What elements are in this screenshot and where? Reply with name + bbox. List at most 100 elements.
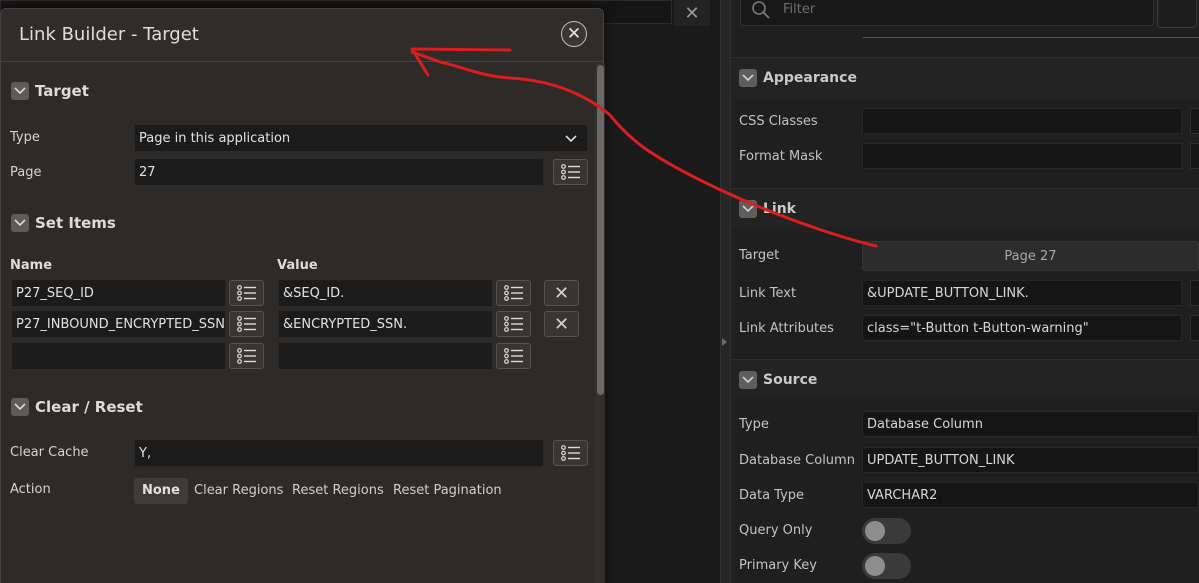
css-classes-label: CSS Classes xyxy=(739,114,818,129)
source-type-label: Type xyxy=(739,417,769,432)
item-value-field[interactable] xyxy=(278,342,493,370)
css-classes-field[interactable] xyxy=(862,108,1182,134)
section-title: Appearance xyxy=(763,69,857,86)
list-icon xyxy=(236,316,256,332)
data-type-label: Data Type xyxy=(739,488,805,503)
close-icon: ✕ xyxy=(553,282,570,304)
section-title: Clear / Reset xyxy=(35,398,143,416)
item-name-lov-button[interactable] xyxy=(229,311,264,337)
action-option-clear-regions[interactable]: Clear Regions xyxy=(186,478,291,504)
query-only-label: Query Only xyxy=(739,523,813,538)
collapse-arrow-icon[interactable] xyxy=(722,338,727,346)
close-icon: ✕ xyxy=(566,23,582,44)
item-name-lov-button[interactable] xyxy=(229,343,264,369)
chevron-down-icon xyxy=(739,68,757,87)
page-label: Page xyxy=(10,165,42,180)
chevron-down-icon xyxy=(11,214,29,232)
format-mask-label: Format Mask xyxy=(739,149,823,164)
section-title: Link xyxy=(763,200,796,217)
list-icon xyxy=(560,164,580,180)
close-icon: ✕ xyxy=(684,2,700,24)
section-link[interactable]: Link xyxy=(731,188,1199,228)
section-source[interactable]: Source xyxy=(731,359,1199,399)
action-option-reset-pagination[interactable]: Reset Pagination xyxy=(385,478,510,504)
item-value-lov-button[interactable] xyxy=(496,280,531,306)
format-mask-field[interactable] xyxy=(862,143,1182,169)
dialog-title: Link Builder - Target xyxy=(19,24,199,45)
item-value-field[interactable]: &ENCRYPTED_SSN. xyxy=(278,310,493,338)
item-name-field[interactable]: P27_SEQ_ID xyxy=(11,279,226,307)
clear-cache-label: Clear Cache xyxy=(10,445,89,460)
list-icon xyxy=(236,348,256,364)
list-icon xyxy=(503,285,523,301)
link-builder-dialog: Link Builder - Target ✕ Target Type Page… xyxy=(0,8,605,583)
link-text-field[interactable]: &UPDATE_BUTTON_LINK. xyxy=(862,280,1182,306)
search-icon xyxy=(752,1,770,19)
data-type-select[interactable]: VARCHAR2 xyxy=(862,482,1199,508)
list-icon xyxy=(503,316,523,332)
scrollbar-thumb[interactable] xyxy=(597,65,604,395)
remove-item-button[interactable]: ✕ xyxy=(544,280,579,306)
item-name-field[interactable]: P27_INBOUND_ENCRYPTED_SSN xyxy=(11,310,226,338)
dialog-section-set-items[interactable]: Set Items xyxy=(11,214,116,232)
source-type-select[interactable]: Database Column xyxy=(862,411,1199,437)
background-close-button[interactable]: ✕ xyxy=(674,0,710,26)
action-label: Action xyxy=(10,482,51,497)
target-type-label: Type xyxy=(10,130,40,145)
link-attributes-label: Link Attributes xyxy=(739,321,834,336)
filter-input[interactable]: Filter xyxy=(740,0,1154,26)
link-attributes-lov-button[interactable] xyxy=(1190,315,1199,341)
link-target-button[interactable]: Page 27 xyxy=(862,241,1199,271)
list-icon xyxy=(236,285,256,301)
clear-cache-field[interactable]: Y, xyxy=(134,439,544,467)
close-icon: ✕ xyxy=(553,313,570,335)
item-value-field[interactable]: &SEQ_ID. xyxy=(278,279,493,307)
remove-item-button[interactable]: ✕ xyxy=(544,311,579,337)
query-only-toggle[interactable] xyxy=(862,518,911,544)
page-field[interactable]: 27 xyxy=(134,158,544,186)
clear-cache-lov-button[interactable] xyxy=(553,440,588,466)
filter-placeholder: Filter xyxy=(783,2,816,17)
toggle-knob xyxy=(865,521,885,541)
filter-options-button[interactable] xyxy=(1157,0,1197,28)
page-lov-button[interactable] xyxy=(553,159,588,185)
primary-key-toggle[interactable] xyxy=(862,553,911,579)
value-column-header: Value xyxy=(277,258,318,273)
link-attributes-field[interactable]: class="t-Button t-Button-warning" xyxy=(862,315,1182,341)
toggle-knob xyxy=(865,556,885,576)
database-column-label: Database Column xyxy=(739,453,855,468)
action-option-none[interactable]: None xyxy=(134,478,188,504)
link-target-label: Target xyxy=(739,248,780,263)
item-value-lov-button[interactable] xyxy=(496,343,531,369)
section-title: Target xyxy=(35,82,89,100)
css-classes-lov-button[interactable] xyxy=(1190,108,1199,134)
format-mask-lov-button[interactable] xyxy=(1190,143,1199,169)
action-option-reset-regions[interactable]: Reset Regions xyxy=(284,478,392,504)
property-editor: Filter Appearance CSS Classes Format Mas… xyxy=(731,0,1199,583)
section-title: Source xyxy=(763,371,818,388)
dialog-section-clear-reset[interactable]: Clear / Reset xyxy=(11,398,143,416)
chevron-down-icon xyxy=(739,370,757,389)
target-type-select[interactable]: Page in this application xyxy=(134,124,588,152)
item-value-lov-button[interactable] xyxy=(496,311,531,337)
name-column-header: Name xyxy=(10,258,53,273)
chevron-down-icon xyxy=(11,82,29,100)
panel-splitter[interactable] xyxy=(720,0,731,583)
link-text-lov-button[interactable] xyxy=(1190,280,1199,306)
chevron-down-icon xyxy=(565,135,577,143)
list-icon xyxy=(560,445,580,461)
divider xyxy=(863,37,1199,38)
dialog-close-button[interactable]: ✕ xyxy=(561,21,587,47)
primary-key-label: Primary Key xyxy=(739,558,817,573)
dialog-section-target[interactable]: Target xyxy=(11,82,89,100)
section-appearance[interactable]: Appearance xyxy=(731,57,1199,97)
item-name-lov-button[interactable] xyxy=(229,280,264,306)
section-title: Set Items xyxy=(35,214,116,232)
database-column-field[interactable]: UPDATE_BUTTON_LINK xyxy=(862,447,1199,473)
target-type-value: Page in this application xyxy=(139,131,291,146)
link-text-label: Link Text xyxy=(739,286,797,301)
chevron-down-icon xyxy=(739,199,757,218)
list-icon xyxy=(503,348,523,364)
item-name-field[interactable] xyxy=(11,342,226,370)
dialog-header: Link Builder - Target ✕ xyxy=(1,9,603,62)
